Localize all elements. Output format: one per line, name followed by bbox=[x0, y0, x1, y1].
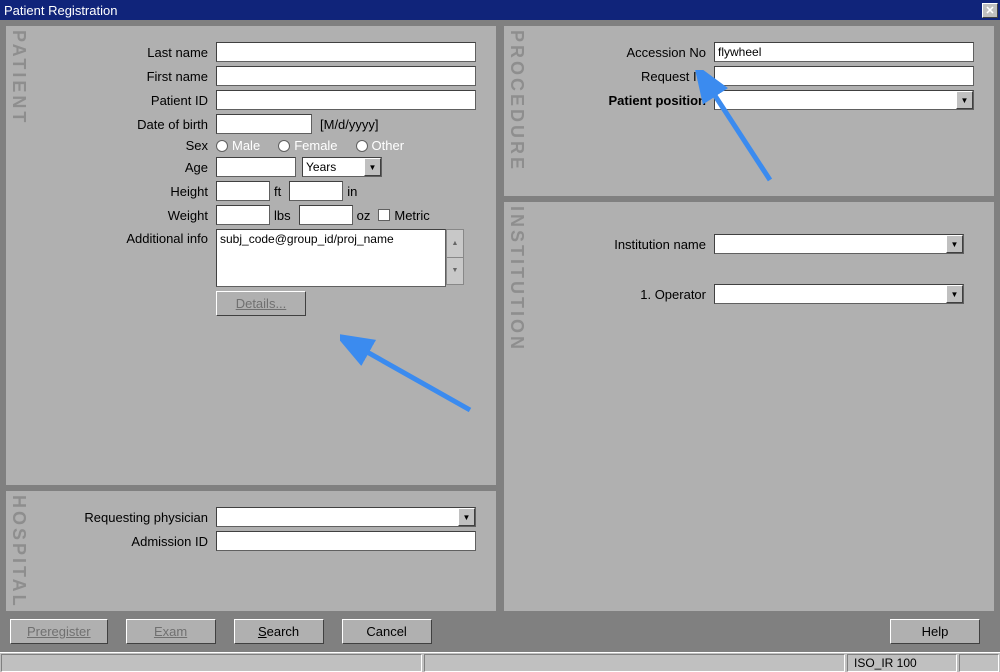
workspace: PATIENT Last name First name Patient ID … bbox=[0, 20, 1000, 652]
help-button[interactable]: Help bbox=[890, 619, 980, 644]
req-physician-label: Requesting physician bbox=[46, 510, 216, 525]
height-in-input[interactable] bbox=[289, 181, 343, 201]
accession-label: Accession No bbox=[544, 45, 714, 60]
preregister-button[interactable]: Preregister bbox=[10, 619, 108, 644]
weight-lbs-input[interactable] bbox=[216, 205, 270, 225]
status-encoding: ISO_IR 100 bbox=[847, 654, 957, 672]
lbs-unit: lbs bbox=[274, 208, 291, 223]
metric-checkbox[interactable]: Metric bbox=[378, 208, 429, 223]
sex-female-radio[interactable]: Female bbox=[278, 138, 337, 153]
hospital-section-label: HOSPITAL bbox=[8, 495, 29, 609]
operator-select[interactable]: ▼ bbox=[714, 284, 964, 304]
last-name-input[interactable] bbox=[216, 42, 476, 62]
radio-icon bbox=[278, 140, 290, 152]
request-id-label: Request ID bbox=[544, 69, 714, 84]
additional-info-label: Additional info bbox=[46, 229, 216, 246]
status-cell-1 bbox=[1, 654, 422, 672]
patient-position-select[interactable]: ▼ bbox=[714, 90, 974, 110]
radio-icon bbox=[356, 140, 368, 152]
patient-panel: PATIENT Last name First name Patient ID … bbox=[6, 26, 496, 485]
additional-info-textarea[interactable] bbox=[216, 229, 446, 287]
req-physician-select[interactable]: ▼ bbox=[216, 507, 476, 527]
accession-input[interactable] bbox=[714, 42, 974, 62]
title-bar: Patient Registration ✕ bbox=[0, 0, 1000, 20]
operator-label: 1. Operator bbox=[544, 287, 714, 302]
procedure-panel: PROCEDURE Accession No Request ID Patien… bbox=[504, 26, 994, 196]
patient-section-label: PATIENT bbox=[8, 30, 29, 125]
hospital-panel: HOSPITAL Requesting physician ▼ Admissio… bbox=[6, 491, 496, 611]
exam-button[interactable]: Exam bbox=[126, 619, 216, 644]
institution-name-select[interactable]: ▼ bbox=[714, 234, 964, 254]
age-label: Age bbox=[46, 160, 216, 175]
chevron-down-icon: ▼ bbox=[956, 91, 973, 109]
oz-unit: oz bbox=[357, 208, 371, 223]
institution-section-label: INSTITUTION bbox=[506, 206, 527, 352]
age-unit-select[interactable]: Years ▼ bbox=[302, 157, 382, 177]
height-label: Height bbox=[46, 184, 216, 199]
patient-id-input[interactable] bbox=[216, 90, 476, 110]
dob-label: Date of birth bbox=[46, 117, 216, 132]
checkbox-icon bbox=[378, 209, 390, 221]
height-ft-input[interactable] bbox=[216, 181, 270, 201]
window-title: Patient Registration bbox=[4, 3, 117, 18]
status-bar: ISO_IR 100 bbox=[0, 652, 1000, 672]
first-name-input[interactable] bbox=[216, 66, 476, 86]
chevron-down-icon: ▼ bbox=[364, 158, 381, 176]
institution-name-label: Institution name bbox=[544, 237, 714, 252]
sex-label: Sex bbox=[46, 138, 216, 153]
procedure-section-label: PROCEDURE bbox=[506, 30, 527, 172]
chevron-down-icon: ▼ bbox=[946, 235, 963, 253]
cancel-button[interactable]: Cancel bbox=[342, 619, 432, 644]
patient-id-label: Patient ID bbox=[46, 93, 216, 108]
admission-id-label: Admission ID bbox=[46, 534, 216, 549]
last-name-label: Last name bbox=[46, 45, 216, 60]
additional-info-spinner[interactable]: ▲▼ bbox=[446, 229, 464, 285]
details-button[interactable]: Details... bbox=[216, 291, 306, 316]
chevron-down-icon: ▼ bbox=[458, 508, 475, 526]
institution-panel: INSTITUTION Institution name ▼ 1. Operat… bbox=[504, 202, 994, 611]
sex-male-radio[interactable]: Male bbox=[216, 138, 260, 153]
status-cell-2 bbox=[424, 654, 845, 672]
close-button[interactable]: ✕ bbox=[982, 3, 998, 18]
status-cell-4 bbox=[959, 654, 999, 672]
chevron-down-icon: ▼ bbox=[946, 285, 963, 303]
weight-oz-input[interactable] bbox=[299, 205, 353, 225]
age-input[interactable] bbox=[216, 157, 296, 177]
weight-label: Weight bbox=[46, 208, 216, 223]
patient-position-label: Patient position bbox=[544, 93, 714, 108]
admission-id-input[interactable] bbox=[216, 531, 476, 551]
ft-unit: ft bbox=[274, 184, 281, 199]
sex-other-radio[interactable]: Other bbox=[356, 138, 405, 153]
request-id-input[interactable] bbox=[714, 66, 974, 86]
dob-hint: [M/d/yyyy] bbox=[320, 117, 379, 132]
search-button[interactable]: Search bbox=[234, 619, 324, 644]
in-unit: in bbox=[347, 184, 357, 199]
radio-icon bbox=[216, 140, 228, 152]
bottom-button-bar: Preregister Exam Search Cancel Help bbox=[6, 615, 994, 646]
first-name-label: First name bbox=[46, 69, 216, 84]
dob-input[interactable] bbox=[216, 114, 312, 134]
